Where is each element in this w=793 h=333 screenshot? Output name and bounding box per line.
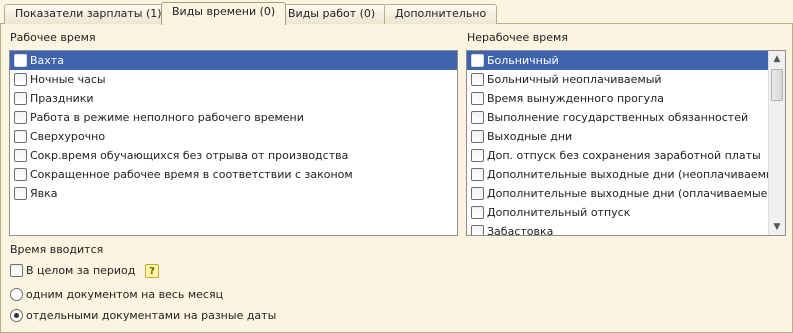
- checkbox[interactable]: [14, 168, 27, 181]
- tab-strip: Показатели зарплаты (1) Виды времени (0)…: [0, 0, 793, 25]
- tab-label: Показатели зарплаты (1): [15, 7, 162, 20]
- item-label: Явка: [30, 187, 58, 200]
- work-time-list[interactable]: Вахта Ночные часы Праздники Работа в реж…: [9, 50, 458, 236]
- list-item[interactable]: Ночные часы: [10, 70, 457, 89]
- list-item[interactable]: Доп. отпуск без сохранения заработной пл…: [467, 146, 768, 165]
- checkbox[interactable]: [14, 149, 27, 162]
- radio-separate-documents[interactable]: отдельными документами на разные даты: [10, 309, 276, 322]
- item-label: Доп. отпуск без сохранения заработной пл…: [487, 149, 761, 162]
- list-item[interactable]: Выходные дни: [467, 127, 768, 146]
- list-viewport: Больничный Больничный неоплачиваемый Вре…: [467, 51, 768, 235]
- tab-time-types[interactable]: Виды времени (0): [161, 2, 287, 25]
- non-work-time-title: Нерабочее время: [467, 31, 568, 44]
- checkbox[interactable]: [471, 225, 484, 235]
- checkbox[interactable]: [14, 187, 27, 200]
- list-item[interactable]: Сокращенное рабочее время в соответствии…: [10, 165, 457, 184]
- list-item[interactable]: Праздники: [10, 89, 457, 108]
- list-item[interactable]: Вахта: [10, 51, 457, 70]
- list-item[interactable]: Выполнение государственных обязанностей: [467, 108, 768, 127]
- list-item[interactable]: Время вынужденного прогула: [467, 89, 768, 108]
- checkbox[interactable]: [471, 187, 484, 200]
- checkbox[interactable]: [14, 130, 27, 143]
- tab-label: Виды времени (0): [172, 5, 276, 18]
- list-item[interactable]: Больничный: [467, 51, 768, 70]
- work-time-title: Рабочее время: [10, 31, 96, 44]
- tab-panel: Рабочее время Вахта Ночные часы Праздник…: [0, 24, 793, 333]
- item-label: Вахта: [30, 54, 64, 67]
- checkbox[interactable]: [10, 264, 23, 277]
- scroll-down-icon[interactable]: ▼: [769, 219, 785, 235]
- item-label: Дополнительный отпуск: [487, 206, 631, 219]
- checkbox[interactable]: [471, 130, 484, 143]
- tab-salary-indicators[interactable]: Показатели зарплаты (1): [4, 4, 173, 24]
- item-label: Дополнительные выходные дни (оплачиваемы…: [487, 187, 768, 200]
- item-label: Сверхурочно: [30, 130, 106, 143]
- radio-button[interactable]: [10, 288, 23, 301]
- item-label: Больничный: [487, 54, 559, 67]
- list-item[interactable]: Больничный неоплачиваемый: [467, 70, 768, 89]
- item-label: Забастовка: [487, 225, 554, 235]
- total-for-period-checkbox[interactable]: В целом за период: [10, 264, 135, 277]
- checkbox[interactable]: [471, 111, 484, 124]
- checkbox[interactable]: [14, 73, 27, 86]
- item-label: Сокращенное рабочее время в соответствии…: [30, 168, 353, 181]
- radio-button[interactable]: [10, 309, 23, 322]
- scroll-thumb[interactable]: [771, 69, 783, 101]
- list-item[interactable]: Сверхурочно: [10, 127, 457, 146]
- checkbox[interactable]: [471, 206, 484, 219]
- non-work-time-list[interactable]: Больничный Больничный неоплачиваемый Вре…: [466, 50, 786, 236]
- total-for-period-label: В целом за период: [26, 264, 136, 277]
- list-item[interactable]: Дополнительный отпуск: [467, 203, 768, 222]
- item-label: Время вынужденного прогула: [487, 92, 664, 105]
- vertical-scrollbar[interactable]: ▲ ▼: [768, 51, 785, 235]
- list-item[interactable]: Сокр.время обучающихся без отрыва от про…: [10, 146, 457, 165]
- tab-label: Виды работ (0): [288, 7, 376, 20]
- item-label: Больничный неоплачиваемый: [487, 73, 662, 86]
- list-item[interactable]: Дополнительные выходные дни (оплачиваемы…: [467, 184, 768, 203]
- list-item[interactable]: Явка: [10, 184, 457, 203]
- item-label: Выходные дни: [487, 130, 573, 143]
- tab-additional[interactable]: Дополнительно: [384, 4, 498, 24]
- item-label: Сокр.время обучающихся без отрыва от про…: [30, 149, 349, 162]
- item-label: Ночные часы: [30, 73, 106, 86]
- list-item[interactable]: Дополнительные выходные дни (неоплачивае…: [467, 165, 768, 184]
- list-item[interactable]: Забастовка: [467, 222, 768, 235]
- item-label: Выполнение государственных обязанностей: [487, 111, 749, 124]
- time-entry-title: Время вводится: [10, 243, 104, 256]
- tab-label: Дополнительно: [395, 7, 487, 20]
- checkbox[interactable]: [471, 168, 484, 181]
- checkbox[interactable]: [471, 73, 484, 86]
- item-label: Дополнительные выходные дни (неоплачивае…: [487, 168, 768, 181]
- checkbox[interactable]: [471, 149, 484, 162]
- checkbox[interactable]: [471, 92, 484, 105]
- checkbox[interactable]: [14, 92, 27, 105]
- tab-work-types[interactable]: Виды работ (0): [277, 4, 387, 24]
- checkbox[interactable]: [14, 54, 27, 67]
- scroll-up-icon[interactable]: ▲: [769, 51, 785, 67]
- checkbox[interactable]: [14, 111, 27, 124]
- checkbox[interactable]: [471, 54, 484, 67]
- radio-label: отдельными документами на разные даты: [26, 309, 277, 322]
- help-icon[interactable]: ?: [145, 264, 159, 278]
- list-item[interactable]: Работа в режиме неполного рабочего време…: [10, 108, 457, 127]
- item-label: Праздники: [30, 92, 94, 105]
- radio-label: одним документом на весь месяц: [26, 288, 224, 301]
- item-label: Работа в режиме неполного рабочего време…: [30, 111, 304, 124]
- radio-one-document[interactable]: одним документом на весь месяц: [10, 288, 223, 301]
